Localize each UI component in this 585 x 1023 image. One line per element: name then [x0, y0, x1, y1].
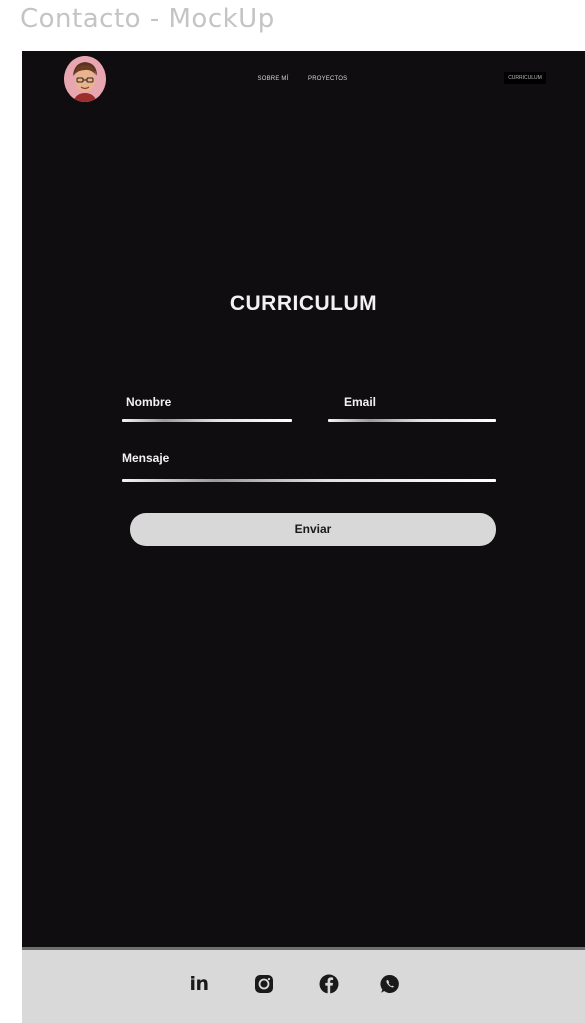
message-field-underline — [122, 479, 496, 482]
frame-title: Contacto - MockUp — [20, 4, 275, 34]
name-field-label: Nombre — [126, 395, 172, 409]
email-field[interactable]: Email — [328, 395, 496, 425]
page-title: CURRICULUM — [229, 292, 378, 315]
facebook-icon[interactable] — [317, 972, 341, 996]
avatar-icon — [64, 56, 106, 102]
footer: in — [22, 947, 585, 1023]
name-field[interactable]: Nombre — [122, 395, 292, 425]
linkedin-icon[interactable]: in — [187, 972, 211, 996]
email-field-label: Email — [344, 395, 377, 409]
whatsapp-icon[interactable] — [378, 972, 402, 996]
avatar[interactable] — [64, 56, 106, 102]
send-button[interactable]: Enviar — [130, 513, 496, 546]
message-field-label: Mensaje — [122, 451, 170, 465]
top-navbar: SOBRE MÍ PROYECTOS CURRICULUM — [22, 51, 585, 107]
message-field[interactable]: Mensaje — [122, 451, 496, 487]
instagram-icon[interactable] — [252, 972, 276, 996]
mockup-frame: SOBRE MÍ PROYECTOS CURRICULUM CURRICULUM… — [22, 51, 585, 1023]
name-field-underline — [122, 419, 292, 422]
curriculum-nav-button[interactable]: CURRICULUM — [504, 72, 546, 84]
email-field-underline — [328, 419, 496, 422]
nav-link-sobre-mi[interactable]: SOBRE MÍ — [257, 76, 289, 82]
nav-link-proyectos[interactable]: PROYECTOS — [308, 76, 347, 82]
linkedin-icon-text: in — [189, 973, 209, 995]
